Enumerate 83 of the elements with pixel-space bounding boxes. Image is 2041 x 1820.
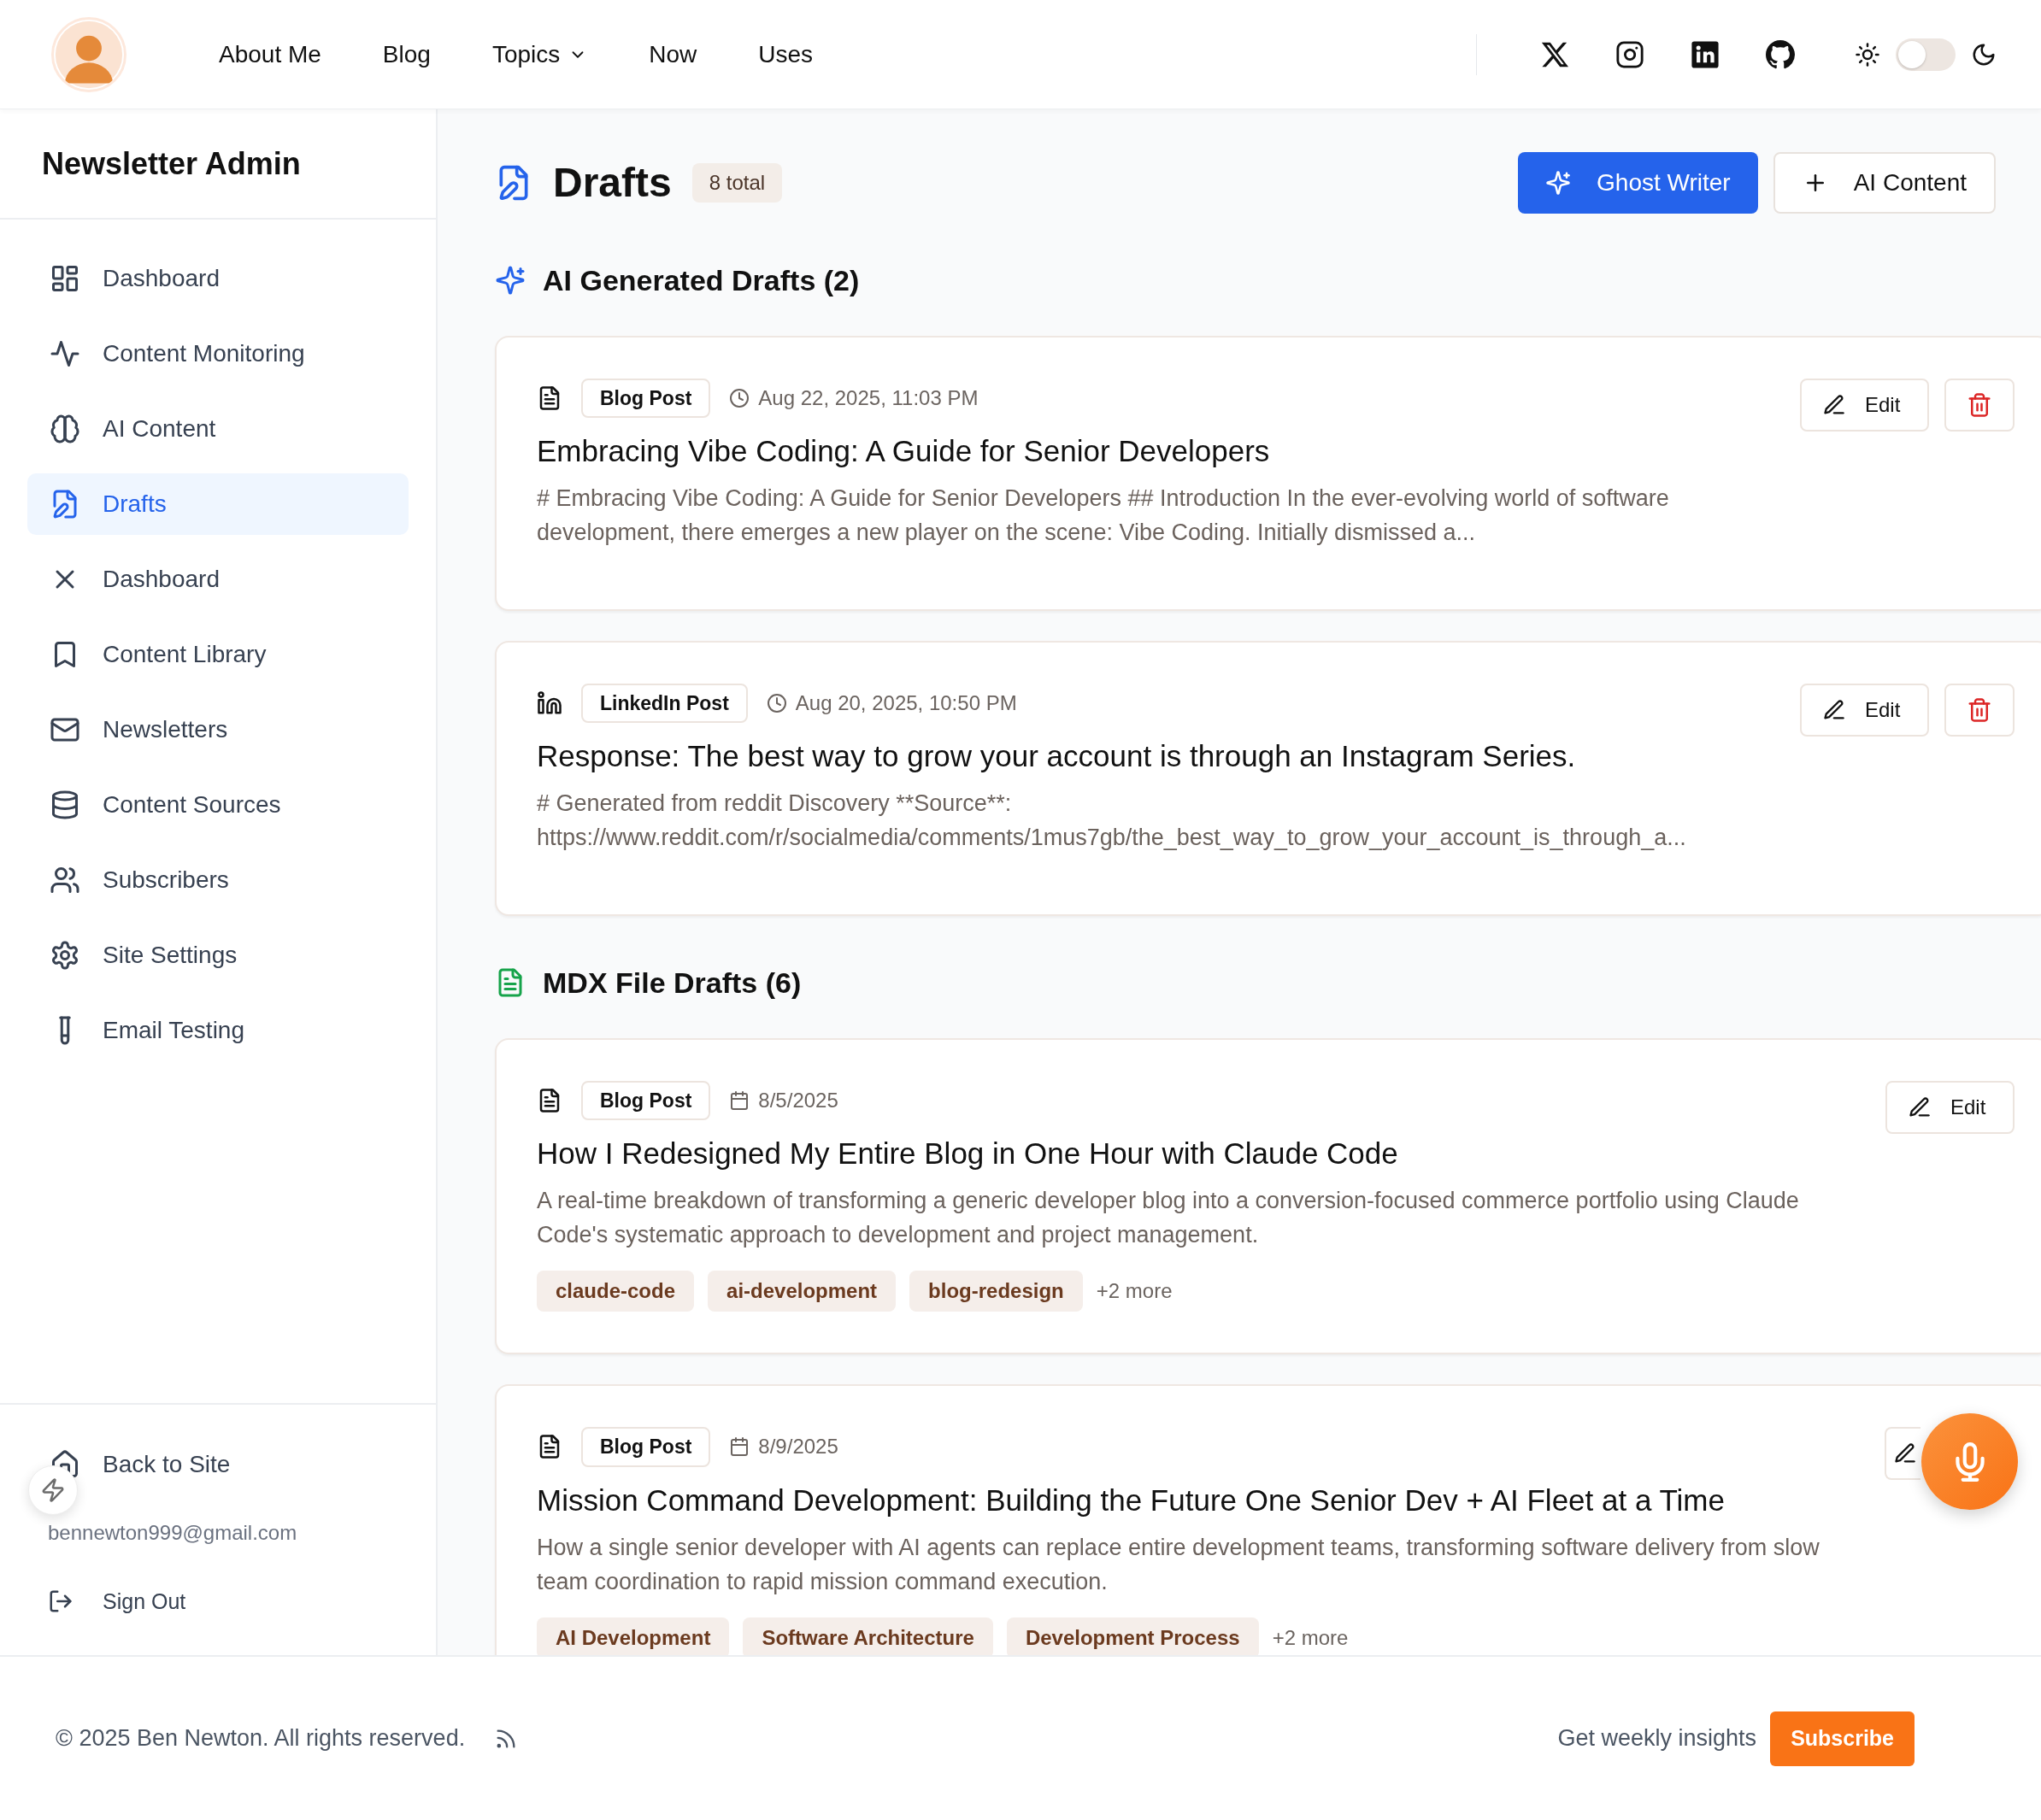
sparkles-icon: [1545, 170, 1572, 196]
settings-icon: [50, 940, 80, 971]
nav-dropdown[interactable]: Topics: [491, 36, 588, 73]
nav-link[interactable]: Now: [649, 36, 697, 73]
edit-button[interactable]: [1885, 1427, 1920, 1481]
dashboard-icon: [50, 263, 80, 294]
nav-link[interactable]: Uses: [758, 36, 814, 73]
delete-button[interactable]: [1944, 683, 2015, 737]
draft-excerpt: How a single senior developer with AI agents can replace entire development teams, transforming software delivery from slow team coordination to rapid mission command execution.: [537, 1533, 1820, 1596]
sidebar-item[interactable]: Drafts: [27, 473, 409, 535]
ghost-writer-button[interactable]: Ghost Writer: [1518, 152, 1758, 214]
type-badge: LinkedIn Post: [581, 683, 748, 724]
sidebar-item[interactable]: AI Content: [27, 398, 409, 460]
delete-button[interactable]: [1944, 378, 2015, 432]
draft-date: Aug 22, 2025, 11:03 PM: [758, 385, 979, 412]
page-title: Drafts: [553, 159, 672, 208]
log-out-icon: [48, 1588, 74, 1615]
sidebar-item[interactable]: Newsletters: [27, 699, 409, 760]
type-badge: Blog Post: [581, 1427, 711, 1467]
edit-button[interactable]: Edit: [1800, 683, 1929, 737]
lightning-icon: [40, 1477, 66, 1503]
database-icon: [50, 790, 80, 820]
edit-button[interactable]: Edit: [1800, 378, 1929, 432]
draft-title: Mission Command Development: Building the Future One Senior Dev + AI Fleet at a Time: [537, 1482, 1726, 1518]
linkedin-icon[interactable]: [1691, 39, 1720, 69]
nav-link[interactable]: About Me: [219, 36, 321, 73]
sidebar-item[interactable]: Subscribers: [27, 849, 409, 911]
sun-icon: [1855, 41, 1880, 68]
sidebar-item[interactable]: Content Library: [27, 624, 409, 685]
section-heading: MDX File Drafts (6): [543, 965, 802, 1001]
draft-title: Embracing Vibe Coding: A Guide for Senior Developers: [537, 433, 1271, 470]
sidebar-item[interactable]: Content Monitoring: [27, 323, 409, 385]
trash-icon: [1967, 391, 1992, 418]
tag-chip: Software Architecture: [743, 1617, 993, 1655]
github-icon[interactable]: [1766, 39, 1795, 69]
draft-excerpt: A real-time breakdown of transforming a generic developer blog into a conversion-focused commerce portfolio using Claude Code's systematic approach to development and project management.: [537, 1187, 1800, 1250]
sign-out-button[interactable]: Sign Out: [27, 1585, 409, 1617]
section-heading: AI Generated Drafts (2): [543, 263, 860, 298]
theme-toggle[interactable]: [1896, 38, 1956, 71]
linkedin-icon: [537, 690, 562, 717]
type-badge: Blog Post: [581, 378, 711, 419]
more-tags-count: +2 more: [1096, 1278, 1173, 1305]
tag-chip: blog-redesign: [909, 1271, 1083, 1312]
user-email: bennewton999@gmail.com: [47, 1519, 298, 1546]
sidebar-item[interactable]: Site Settings: [27, 925, 409, 986]
draft-date: 8/5/2025: [758, 1087, 838, 1113]
sidebar-item[interactable]: Content Sources: [27, 774, 409, 836]
calendar-icon: [729, 1089, 750, 1111]
clock-icon: [766, 693, 787, 714]
count-badge: 8 total: [691, 163, 783, 203]
draft-excerpt: # Embracing Vibe Coding: A Guide for Senior Developers ## Introduction In the ever-evolving world of software development, there emerges a new player on the scene: Vibe Coding. Initially dismissed a...: [537, 484, 1670, 548]
draft-excerpt: # Generated from reddit Discovery **Source**: https://www.reddit.com/r/socialmedia/comments/1mus7gb/the_best_way_to_grow_your_account_is_through_a...: [537, 790, 1687, 853]
ai-content-button[interactable]: AI Content: [1773, 152, 1996, 214]
clock-icon: [729, 388, 750, 409]
pencil-icon: [1908, 1095, 1932, 1119]
trash-icon: [1967, 696, 1992, 723]
draft-date: 8/9/2025: [758, 1434, 838, 1460]
pencil-icon: [1822, 697, 1846, 722]
more-tags-count: +2 more: [1272, 1624, 1349, 1651]
sidebar-item[interactable]: Dashboard: [27, 549, 409, 610]
brain-icon: [50, 414, 80, 444]
type-badge: Blog Post: [581, 1080, 711, 1121]
tag-chip: Development Process: [1006, 1617, 1259, 1655]
instagram-icon[interactable]: [1615, 39, 1644, 69]
newsletter-prompt: Get weekly insights: [1557, 1724, 1757, 1753]
draft-title: Response: The best way to grow your account is through an Instagram Series.: [537, 738, 1577, 775]
draft-date: Aug 20, 2025, 10:50 PM: [795, 690, 1017, 717]
users-icon: [50, 865, 80, 895]
sidebar-title: Newsletter Admin: [42, 144, 301, 183]
sidebar-item[interactable]: Email Testing: [27, 1000, 409, 1061]
tag-chip: ai-development: [708, 1271, 897, 1312]
edit-button[interactable]: Edit: [1885, 1080, 2015, 1134]
sparkles-icon: [495, 265, 526, 296]
copyright-text: © 2025 Ben Newton. All rights reserved.: [56, 1724, 466, 1753]
tag-chip: claude-code: [537, 1271, 695, 1312]
draft-title: How I Redesigned My Entire Blog in One Hour with Claude Code: [537, 1136, 1399, 1172]
avatar-icon[interactable]: [51, 16, 126, 92]
pencil-icon: [1822, 392, 1846, 417]
tag-chip: AI Development: [537, 1617, 730, 1655]
activity-icon: [50, 338, 80, 369]
calendar-icon: [729, 1436, 750, 1458]
nav-link[interactable]: Blog: [382, 36, 431, 73]
sidebar-item[interactable]: Dashboard: [27, 248, 409, 309]
